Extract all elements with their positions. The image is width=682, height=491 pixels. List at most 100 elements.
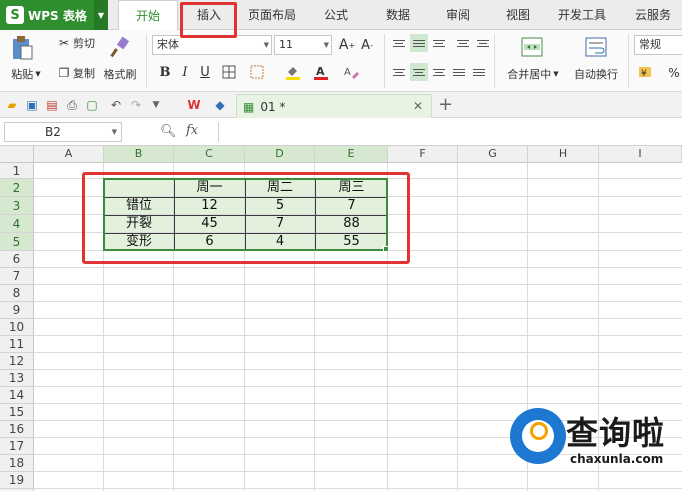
- export-pdf-icon[interactable]: ▤: [44, 97, 60, 113]
- increase-indent-icon[interactable]: [474, 34, 492, 52]
- function-icon[interactable]: fx: [186, 123, 198, 138]
- wrap-text-button[interactable]: 自动换行: [570, 66, 622, 82]
- align-left-icon[interactable]: [390, 63, 408, 81]
- scissors-icon: ✂: [58, 36, 70, 50]
- column-header-a[interactable]: A: [34, 146, 104, 163]
- row-header-13[interactable]: 13: [0, 370, 34, 387]
- justify-icon[interactable]: [450, 63, 468, 81]
- gridline: [34, 386, 682, 387]
- row-header-8[interactable]: 8: [0, 285, 34, 302]
- underline-icon[interactable]: U: [196, 63, 214, 81]
- cut-button[interactable]: ✂ 剪切: [52, 34, 100, 52]
- align-bottom-icon[interactable]: [430, 34, 448, 52]
- select-all-corner[interactable]: [0, 146, 34, 163]
- open-folder-icon[interactable]: ▰: [4, 97, 20, 113]
- tab-view[interactable]: 视图: [498, 0, 538, 30]
- row-header-9[interactable]: 9: [0, 302, 34, 319]
- paste-button[interactable]: 粘贴 ▼: [6, 66, 46, 82]
- align-middle-icon[interactable]: [410, 34, 428, 52]
- shrink-font-icon[interactable]: A-: [358, 36, 376, 54]
- row-header-6[interactable]: 6: [0, 251, 34, 268]
- row-header-5[interactable]: 5: [0, 233, 34, 251]
- copy-label: 复制: [73, 67, 95, 80]
- decrease-indent-icon[interactable]: [454, 34, 472, 52]
- redo-icon[interactable]: ↷: [128, 97, 144, 113]
- column-header-h[interactable]: H: [528, 146, 599, 163]
- number-format-select[interactable]: 常规: [634, 35, 682, 55]
- borders-icon[interactable]: [220, 63, 238, 81]
- tab-developer[interactable]: 开发工具: [552, 0, 612, 30]
- grow-font-icon[interactable]: A +: [338, 36, 356, 54]
- tab-page-layout[interactable]: 页面布局: [244, 0, 300, 30]
- clear-format-icon[interactable]: A: [342, 63, 360, 81]
- print-icon[interactable]: ⎙: [64, 97, 80, 113]
- row-header-12[interactable]: 12: [0, 353, 34, 370]
- format-painter-button[interactable]: 格式刷: [100, 66, 140, 82]
- row-header-11[interactable]: 11: [0, 336, 34, 353]
- app-menu-button[interactable]: S WPS 表格 ▼: [0, 0, 108, 30]
- column-header-d[interactable]: D: [245, 146, 315, 163]
- row-header-10[interactable]: 10: [0, 319, 34, 336]
- percent-button[interactable]: %: [666, 64, 682, 82]
- copy-button[interactable]: ❐ 复制: [52, 64, 100, 82]
- align-top-icon[interactable]: [390, 34, 408, 52]
- column-header-g[interactable]: G: [458, 146, 528, 163]
- merge-center-button[interactable]: 合并居中 ▼: [502, 66, 564, 82]
- bold-icon[interactable]: B: [156, 63, 174, 81]
- align-right-icon[interactable]: [430, 63, 448, 81]
- tab-cloud-service[interactable]: 云服务: [624, 0, 682, 30]
- close-icon[interactable]: ✕: [413, 99, 423, 113]
- gridline: [34, 267, 682, 268]
- add-tab-icon[interactable]: +: [438, 94, 453, 115]
- formula-input[interactable]: [218, 122, 682, 142]
- row-header-15[interactable]: 15: [0, 404, 34, 421]
- paste-label: 粘贴: [11, 68, 34, 81]
- spreadsheet-file-icon: ▦: [243, 99, 255, 114]
- gridline: [34, 284, 682, 285]
- column-header-i[interactable]: I: [599, 146, 682, 163]
- wrap-text-icon[interactable]: [582, 34, 610, 60]
- undo-icon[interactable]: ↶: [108, 97, 124, 113]
- italic-icon[interactable]: I: [176, 63, 194, 81]
- row-header-1[interactable]: 1: [0, 163, 34, 179]
- row-header-3[interactable]: 3: [0, 197, 34, 215]
- cloud-docs-icon[interactable]: ◆: [212, 97, 228, 113]
- tab-home[interactable]: 开始: [118, 0, 178, 31]
- row-header-7[interactable]: 7: [0, 268, 34, 285]
- paste-icon[interactable]: [8, 34, 36, 62]
- align-center-icon[interactable]: [410, 63, 428, 81]
- gridline: [34, 369, 682, 370]
- format-painter-icon[interactable]: [106, 34, 134, 60]
- tab-formula[interactable]: 公式: [316, 0, 356, 30]
- tab-review[interactable]: 审阅: [438, 0, 478, 30]
- chevron-down-icon: ▼: [111, 128, 117, 136]
- wps-home-icon[interactable]: W: [186, 97, 202, 113]
- row-header-17[interactable]: 17: [0, 438, 34, 455]
- save-icon[interactable]: ▣: [24, 97, 40, 113]
- row-header-2[interactable]: 2: [0, 179, 34, 197]
- column-header-b[interactable]: B: [104, 146, 174, 163]
- distribute-icon[interactable]: [470, 63, 488, 81]
- chevron-down-icon[interactable]: ▼: [94, 0, 108, 30]
- column-header-f[interactable]: F: [388, 146, 458, 163]
- row-header-18[interactable]: 18: [0, 455, 34, 472]
- currency-icon[interactable]: ¥: [636, 63, 654, 81]
- merge-center-icon[interactable]: [518, 34, 546, 60]
- fill-pattern-icon[interactable]: [248, 63, 266, 81]
- column-header-e[interactable]: E: [315, 146, 388, 163]
- font-color-icon[interactable]: A: [312, 63, 330, 81]
- print-preview-icon[interactable]: ▢: [84, 97, 100, 113]
- customize-toolbar-icon[interactable]: ▼: [148, 97, 164, 113]
- tab-data[interactable]: 数据: [378, 0, 418, 30]
- fill-color-icon[interactable]: [284, 63, 302, 81]
- font-size-select[interactable]: 11 ▼: [274, 35, 332, 55]
- tab-document[interactable]: ▦ 01 * ✕: [236, 94, 432, 118]
- row-header-19[interactable]: 19: [0, 472, 34, 489]
- column-header-c[interactable]: C: [174, 146, 245, 163]
- row-header-16[interactable]: 16: [0, 421, 34, 438]
- row-header-14[interactable]: 14: [0, 387, 34, 404]
- font-name-select[interactable]: 宋体 ▼: [152, 35, 272, 55]
- zoom-icon[interactable]: 🔍︎: [160, 124, 177, 139]
- name-box[interactable]: B2 ▼: [4, 122, 122, 142]
- row-header-4[interactable]: 4: [0, 215, 34, 233]
